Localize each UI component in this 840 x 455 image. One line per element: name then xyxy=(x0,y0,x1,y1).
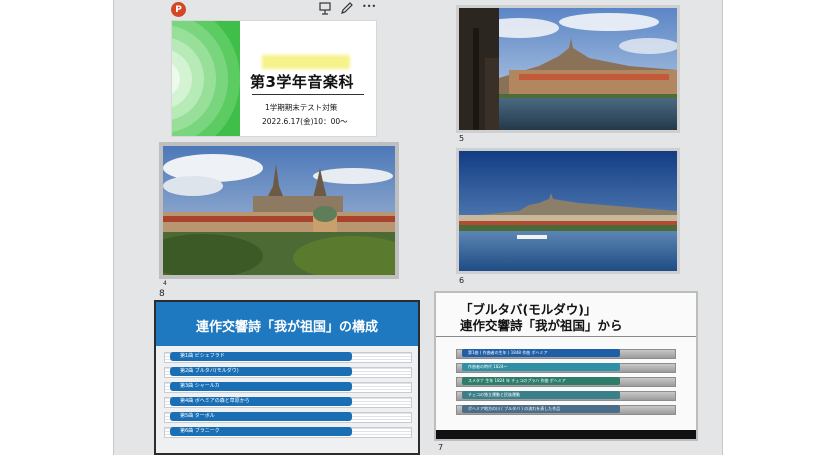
slide-title: 連作交響詩「我が祖国」の構成 xyxy=(195,320,378,335)
castle-closeup-photo xyxy=(163,146,395,275)
slide-thumbnail-7[interactable]: 「ブルタバ(モルダウ)」 連作交響詩「我が祖国」から 第1曲 ( 作曲者の生年 … xyxy=(434,291,698,441)
left-divider xyxy=(113,0,114,455)
slide-number-6: 6 xyxy=(459,276,465,285)
slide-title: 第3学年音楽科 xyxy=(250,73,354,91)
right-divider xyxy=(722,0,723,455)
slide-number-7: 7 xyxy=(438,443,444,452)
list-item: ボヘミア地方の川 ( ブルタバ ) の流れを表した作品 xyxy=(462,405,620,413)
app-icon-letter: P xyxy=(175,4,182,15)
more-glyph: ••• xyxy=(362,2,377,11)
slide-thumbnail-4[interactable] xyxy=(159,142,399,279)
slide-number-5: 5 xyxy=(459,134,465,143)
slide-date: 2022.6.17(金)10：00～ xyxy=(262,117,348,126)
bridge-view-photo xyxy=(459,8,677,130)
list-item: 第4曲 ボヘミアの森と草原から xyxy=(170,397,352,406)
list-item: 第6曲 ブラニーク xyxy=(170,427,352,436)
list-item: チェコの独立運動と民族運動 xyxy=(462,391,620,399)
list-item: 第2曲 ブルタバ(モルダウ) xyxy=(170,367,352,376)
slide-number-8: 8 xyxy=(159,289,165,299)
powerpoint-app-icon: P xyxy=(171,2,186,17)
green-arc-decoration xyxy=(172,21,240,136)
highlight-mark xyxy=(262,55,350,69)
list-item: スメタナ 生年 1824 年 チェコのプラハ 作曲 ボヘミア xyxy=(462,377,620,385)
list-item: 作曲者の時代 1824～ xyxy=(462,363,620,371)
slide-subtitle: 1学期期末テスト対策 xyxy=(265,103,338,112)
river-panorama-photo xyxy=(459,151,677,271)
title-rule xyxy=(252,94,364,95)
title-separator xyxy=(436,336,696,337)
slide-number-4: 4 xyxy=(163,280,167,287)
list-item: 第5曲 ターボル xyxy=(170,412,352,421)
presenter-icon[interactable] xyxy=(318,1,332,15)
list-item: 第1曲 ビシェフラド xyxy=(170,352,352,361)
pencil-icon[interactable] xyxy=(340,1,354,15)
list-item: 第1曲 ( 作曲者の生年 ) 1848 作曲 ボヘミア xyxy=(462,349,620,357)
slide-thumbnail-1[interactable]: 第3学年音楽科 1学期期末テスト対策 2022.6.17(金)10：00～ xyxy=(171,20,377,137)
more-icon[interactable]: ••• xyxy=(362,0,376,14)
slide-thumbnail-5[interactable] xyxy=(456,5,680,133)
list-item: 第3曲 シャールカ xyxy=(170,382,352,391)
slide-title-line-2: 連作交響詩「我が祖国」から xyxy=(460,318,623,333)
slide-thumbnail-8[interactable]: 連作交響詩「我が祖国」の構成 第1曲 ビシェフラド 第2曲 ブルタバ(モルダウ)… xyxy=(154,300,420,455)
footer-band xyxy=(436,430,696,439)
slide-thumbnail-6[interactable] xyxy=(456,148,680,274)
